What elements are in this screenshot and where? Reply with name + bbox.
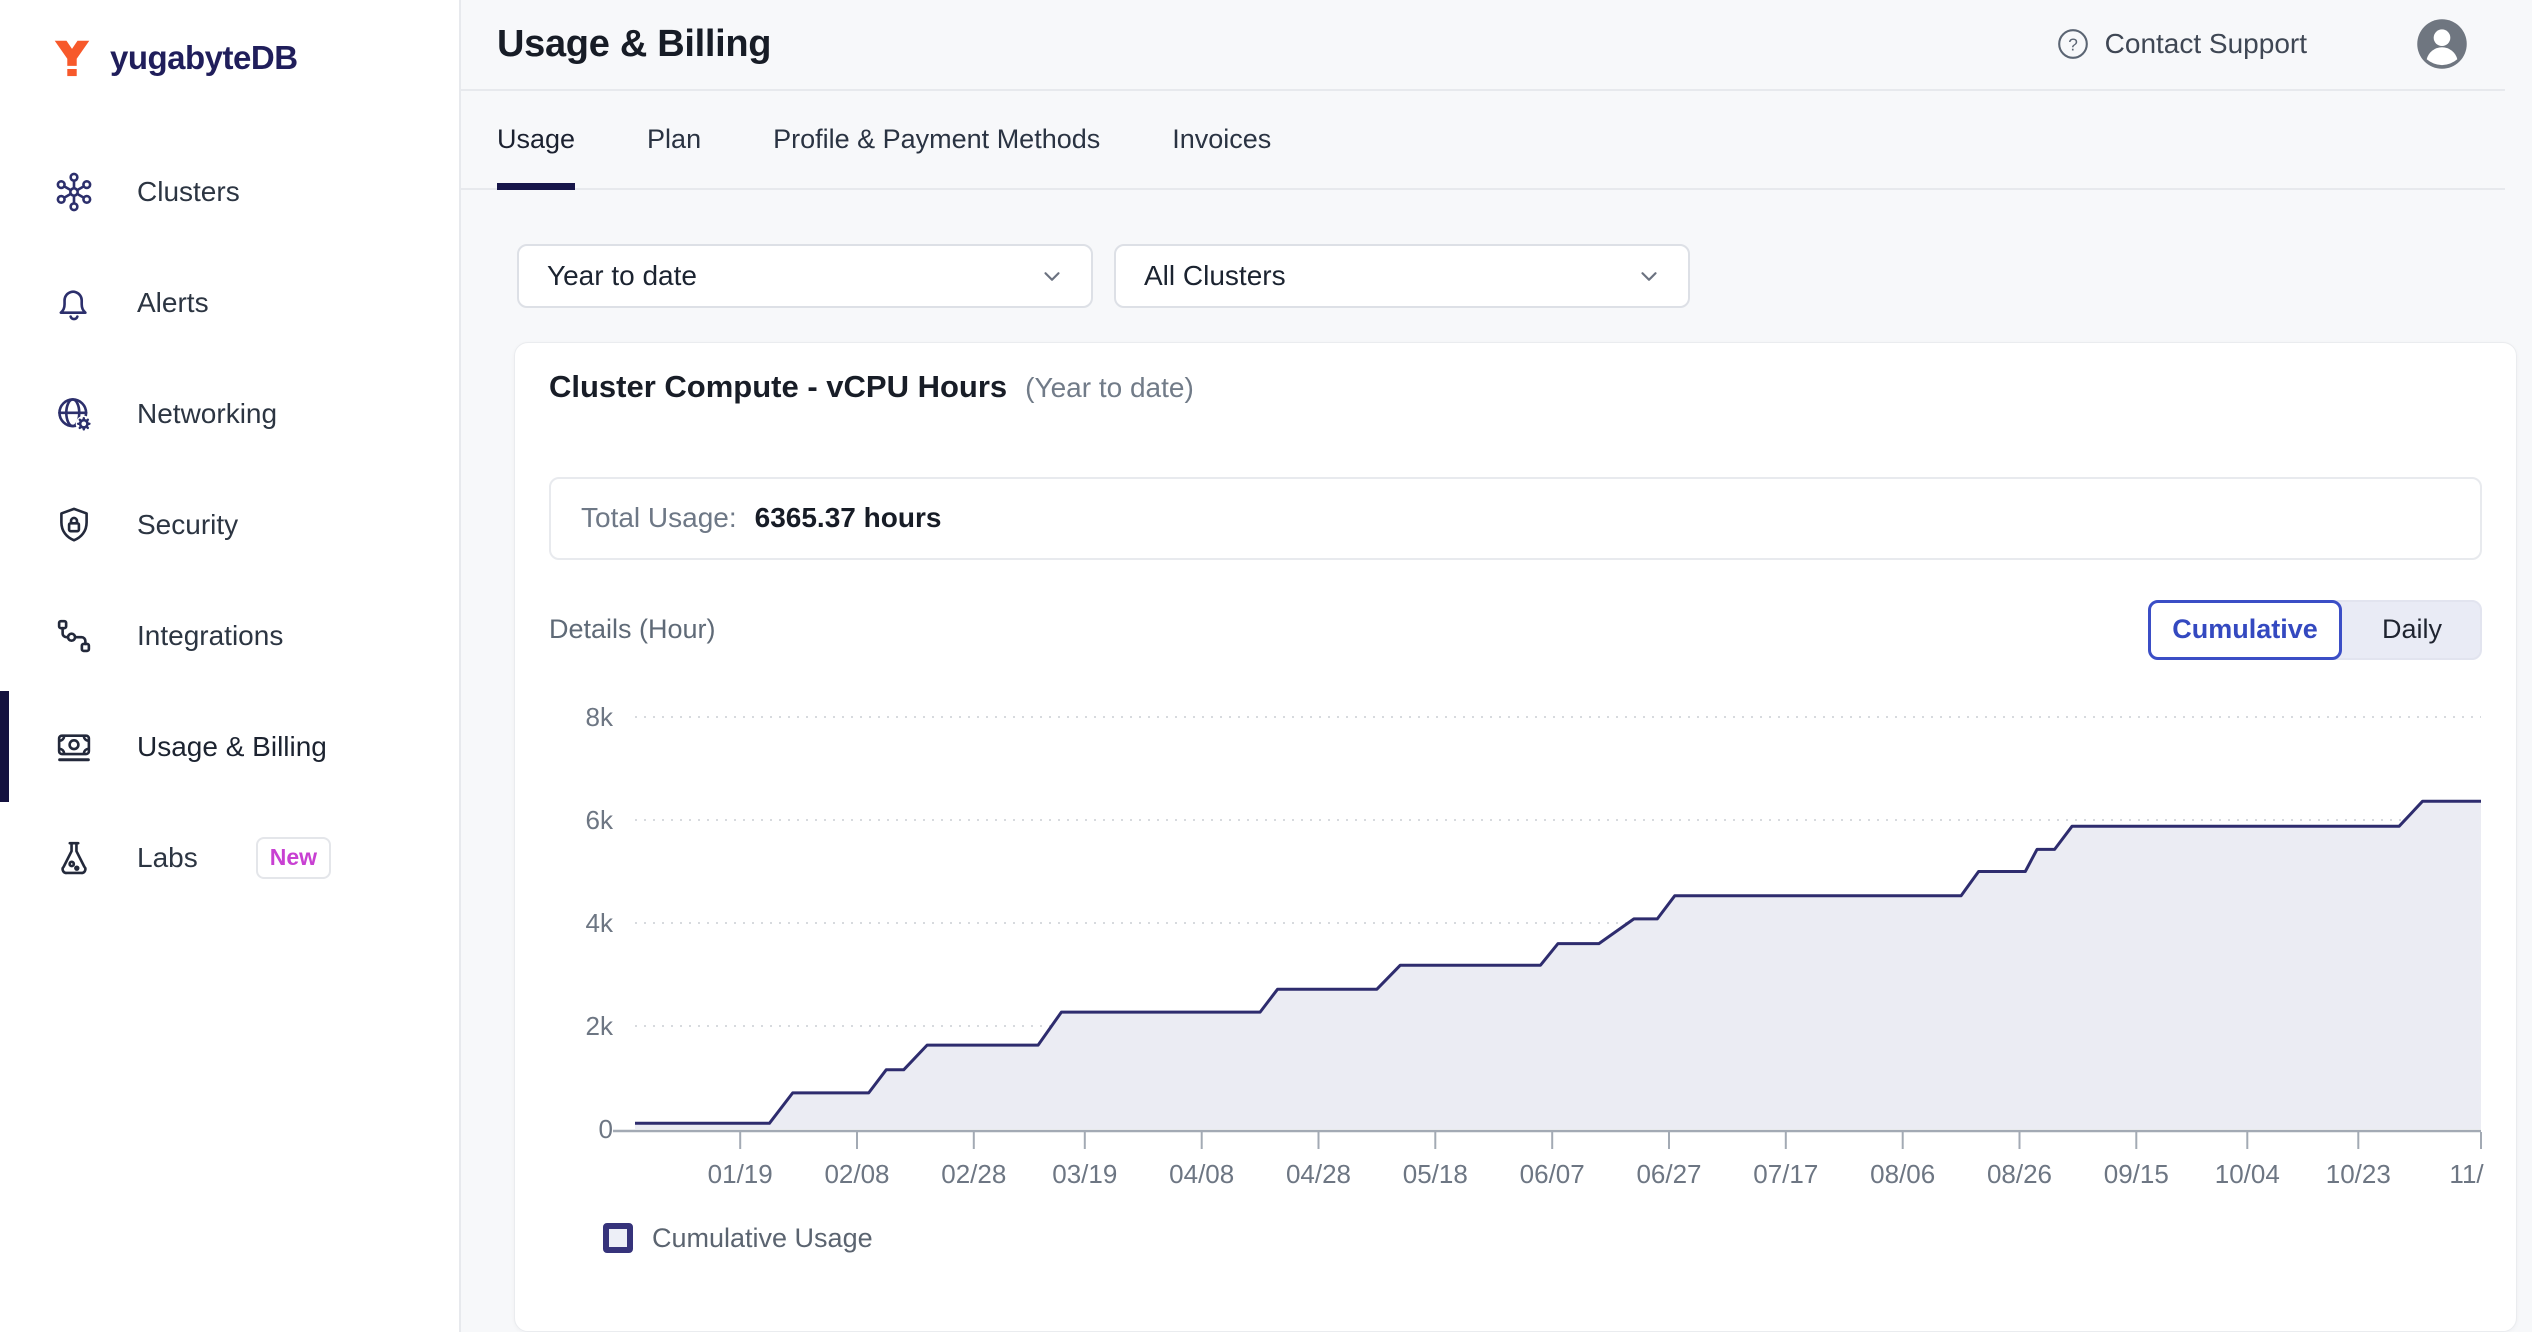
active-indicator <box>0 691 9 802</box>
tab-label: Usage <box>497 124 575 155</box>
svg-text:06/27: 06/27 <box>1636 1159 1701 1189</box>
flask-icon <box>53 837 95 879</box>
total-usage-label: Total Usage: <box>581 502 737 534</box>
yugabytedb-logo[interactable]: yugabyteDB <box>0 0 459 80</box>
contact-support-label: Contact Support <box>2105 28 2307 60</box>
svg-text:8k: 8k <box>586 702 614 732</box>
svg-text:2k: 2k <box>586 1011 614 1041</box>
sidebar: yugabyteDB Clusters Alerts <box>0 0 461 1332</box>
card-title: Cluster Compute - vCPU Hours <box>549 369 1007 405</box>
chevron-down-icon <box>1039 263 1065 289</box>
svg-text:04/28: 04/28 <box>1286 1159 1351 1189</box>
period-select-value: Year to date <box>547 260 697 292</box>
sidebar-item-label: Alerts <box>137 287 209 319</box>
legend-checkbox <box>603 1223 633 1253</box>
tab-usage[interactable]: Usage <box>497 91 575 188</box>
daily-toggle-button[interactable]: Daily <box>2332 600 2482 660</box>
svg-text:07/17: 07/17 <box>1753 1159 1818 1189</box>
card-title-row: Cluster Compute - vCPU Hours (Year to da… <box>549 369 2482 405</box>
svg-text:01/19: 01/19 <box>708 1159 773 1189</box>
sidebar-item-networking[interactable]: Networking <box>0 358 459 469</box>
period-select[interactable]: Year to date <box>517 244 1093 308</box>
user-avatar[interactable] <box>2415 17 2469 71</box>
tab-profile-payment-methods[interactable]: Profile & Payment Methods <box>773 91 1100 188</box>
integrations-icon <box>53 615 95 657</box>
svg-text:04/08: 04/08 <box>1169 1159 1234 1189</box>
sidebar-nav: Clusters Alerts <box>0 136 459 913</box>
svg-text:02/28: 02/28 <box>941 1159 1006 1189</box>
card-subtitle: (Year to date) <box>1025 372 1194 404</box>
tab-plan[interactable]: Plan <box>647 91 701 188</box>
chevron-down-icon <box>1636 263 1662 289</box>
sidebar-item-alerts[interactable]: Alerts <box>0 247 459 358</box>
cluster-compute-card: Cluster Compute - vCPU Hours (Year to da… <box>514 342 2517 1332</box>
header-actions: ? Contact Support <box>2055 17 2505 71</box>
globe-gear-icon <box>53 393 95 435</box>
sidebar-item-integrations[interactable]: Integrations <box>0 580 459 691</box>
sidebar-item-label: Labs <box>137 842 198 874</box>
bell-icon <box>53 282 95 324</box>
tab-label: Plan <box>647 124 701 155</box>
svg-text:08/06: 08/06 <box>1870 1159 1935 1189</box>
usage-area-chart-svg: 0 2k 4k 6k 8k 01/19 02/08 02/28 03/19 04/08 04/28 0… <box>549 699 2485 1199</box>
clusters-select[interactable]: All Clusters <box>1114 244 1690 308</box>
details-label: Details (Hour) <box>549 614 716 645</box>
page-title: Usage & Billing <box>497 23 771 66</box>
sidebar-item-label: Usage & Billing <box>137 731 327 763</box>
legend-label: Cumulative Usage <box>652 1223 873 1254</box>
svg-text:4k: 4k <box>586 908 614 938</box>
svg-text:09/15: 09/15 <box>2104 1159 2169 1189</box>
svg-text:08/26: 08/26 <box>1987 1159 2052 1189</box>
sidebar-item-label: Clusters <box>137 176 240 208</box>
sidebar-item-labs[interactable]: Labs New <box>0 802 459 913</box>
new-badge: New <box>256 837 331 879</box>
banknote-icon <box>53 726 95 768</box>
svg-text:?: ? <box>2068 35 2078 55</box>
svg-text:02/08: 02/08 <box>824 1159 889 1189</box>
chart-legend-item[interactable]: Cumulative Usage <box>603 1223 2482 1254</box>
sidebar-item-label: Networking <box>137 398 277 430</box>
svg-text:0: 0 <box>599 1114 613 1144</box>
page-header: Usage & Billing ? Contact Support <box>461 0 2505 91</box>
svg-text:05/18: 05/18 <box>1403 1159 1468 1189</box>
sidebar-item-security[interactable]: Security <box>0 469 459 580</box>
sidebar-item-label: Security <box>137 509 238 541</box>
yugabytedb-logo-icon <box>50 36 94 80</box>
tab-invoices[interactable]: Invoices <box>1172 91 1271 188</box>
sidebar-item-usage-billing[interactable]: Usage & Billing <box>0 691 459 802</box>
shield-lock-icon <box>53 504 95 546</box>
total-usage-value: 6365.37 hours <box>755 502 942 534</box>
svg-text:11/13: 11/13 <box>2449 1159 2485 1189</box>
main-content: Usage & Billing ? Contact Support <box>461 0 2532 1332</box>
svg-text:10/23: 10/23 <box>2326 1159 2391 1189</box>
total-usage-box: Total Usage: 6365.37 hours <box>549 477 2482 560</box>
help-circle-icon: ? <box>2055 26 2091 62</box>
usage-area-chart: 0 2k 4k 6k 8k 01/19 02/08 02/28 03/19 04/08 04/28 0… <box>549 699 2482 1199</box>
billing-tabs: Usage Plan Profile & Payment Methods Inv… <box>461 91 2505 190</box>
contact-support-button[interactable]: ? Contact Support <box>2055 26 2307 62</box>
app-root: yugabyteDB Clusters Alerts <box>0 0 2532 1332</box>
svg-text:10/04: 10/04 <box>2215 1159 2280 1189</box>
sidebar-item-clusters[interactable]: Clusters <box>0 136 459 247</box>
svg-text:03/19: 03/19 <box>1052 1159 1117 1189</box>
clusters-icon <box>53 171 95 213</box>
logo-wordmark: yugabyteDB <box>110 39 298 77</box>
cumulative-toggle-button[interactable]: Cumulative <box>2148 600 2342 660</box>
sidebar-item-label: Integrations <box>137 620 283 652</box>
clusters-select-value: All Clusters <box>1144 260 1286 292</box>
svg-text:6k: 6k <box>586 805 614 835</box>
filters-row: Year to date All Clusters <box>517 244 2532 308</box>
details-row: Details (Hour) Cumulative Daily <box>549 600 2482 660</box>
tab-label: Invoices <box>1172 124 1271 155</box>
tab-label: Profile & Payment Methods <box>773 124 1100 155</box>
view-toggle: Cumulative Daily <box>2148 600 2482 660</box>
svg-text:06/07: 06/07 <box>1520 1159 1585 1189</box>
